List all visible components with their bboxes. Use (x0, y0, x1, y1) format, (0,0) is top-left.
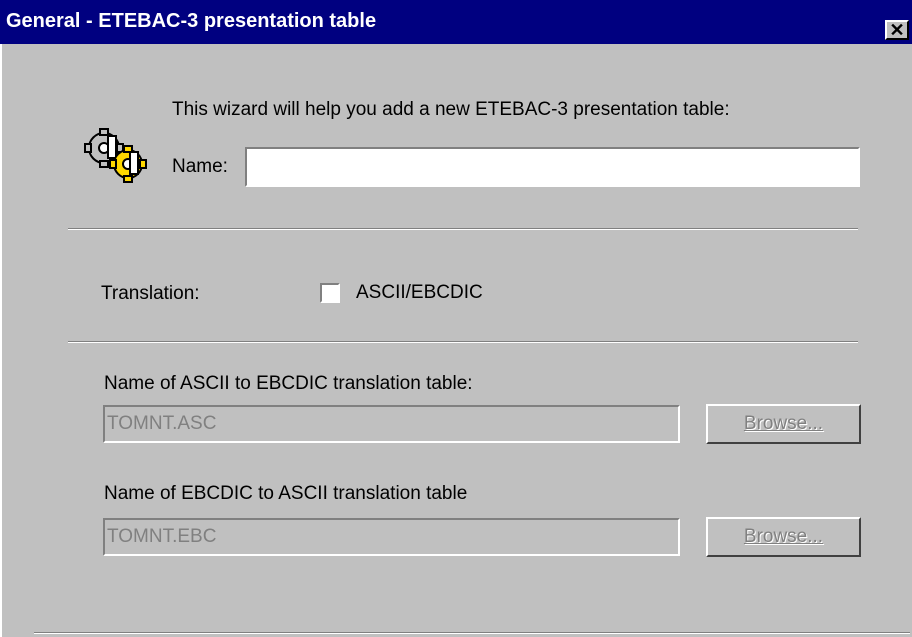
browse-ascii-button[interactable]: Browse... (706, 404, 861, 444)
name-input[interactable] (245, 147, 860, 187)
window-border (0, 44, 2, 637)
window-title: General - ETEBAC-3 presentation table (6, 10, 377, 32)
name-label: Name: (172, 156, 228, 177)
gears-icon (84, 128, 147, 183)
browse-ebcdic-label: Browse... (743, 526, 824, 547)
separator (34, 632, 910, 634)
ebcdic-to-ascii-field[interactable]: TOMNT.EBC (103, 518, 680, 556)
separator (68, 228, 858, 230)
ascii-to-ebcdic-label: Name of ASCII to EBCDIC translation tabl… (104, 373, 473, 394)
browse-ascii-label: Browse... (743, 413, 824, 434)
close-button[interactable]: ✕ (885, 20, 909, 40)
separator (68, 341, 858, 343)
ascii-ebcdic-checkbox[interactable] (320, 283, 340, 303)
browse-ebcdic-button[interactable]: Browse... (706, 517, 861, 557)
ascii-to-ebcdic-field[interactable]: TOMNT.ASC (103, 405, 680, 443)
ascii-ebcdic-label[interactable]: ASCII/EBCDIC (356, 282, 483, 304)
title-bar: General - ETEBAC-3 presentation table ✕ (0, 0, 912, 44)
ebcdic-to-ascii-label: Name of EBCDIC to ASCII translation tabl… (104, 483, 468, 504)
translation-label: Translation: (101, 283, 200, 304)
close-icon: ✕ (889, 20, 905, 40)
intro-text: This wizard will help you add a new ETEB… (172, 99, 730, 120)
